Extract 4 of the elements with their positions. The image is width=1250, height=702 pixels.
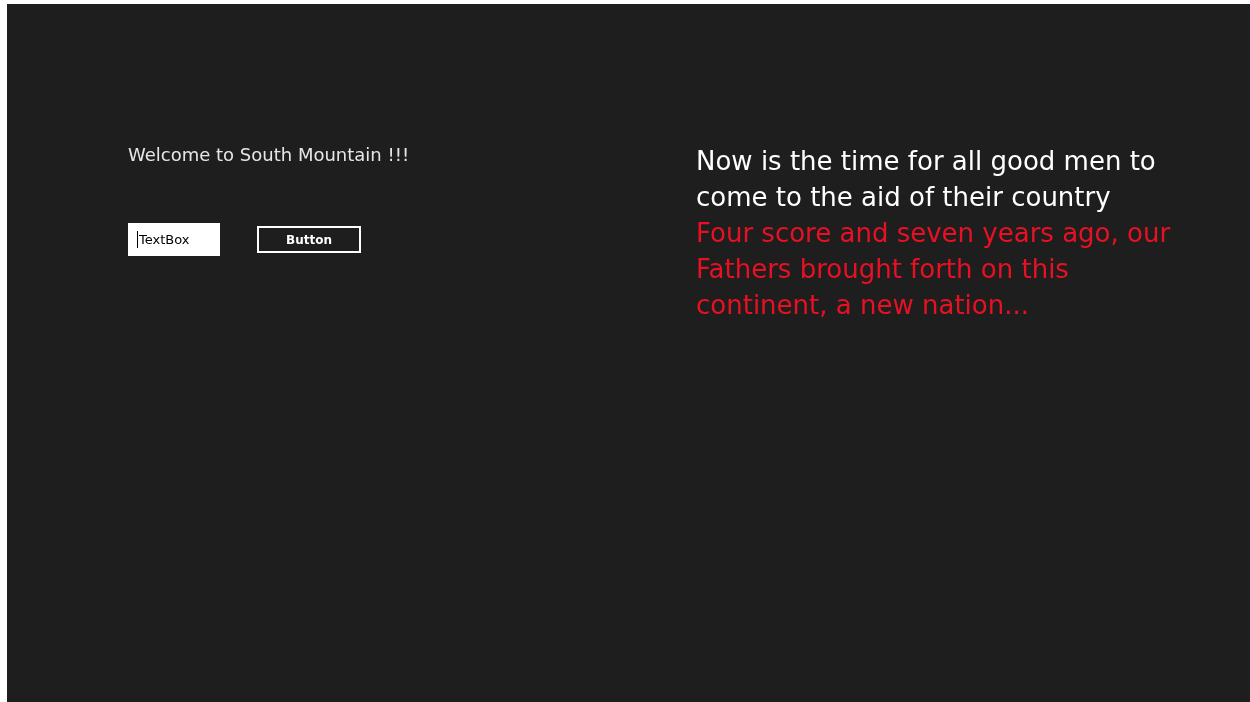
welcome-heading: Welcome to South Mountain !!! [128,143,411,167]
action-button[interactable]: Button [257,226,361,253]
paragraph-text: Now is the time for all good men to come to the aid of their country [696,145,1157,214]
paragraph-text: Four score and seven years ago, our Fathers brought forth on this continent, a new nation... [696,217,1172,322]
